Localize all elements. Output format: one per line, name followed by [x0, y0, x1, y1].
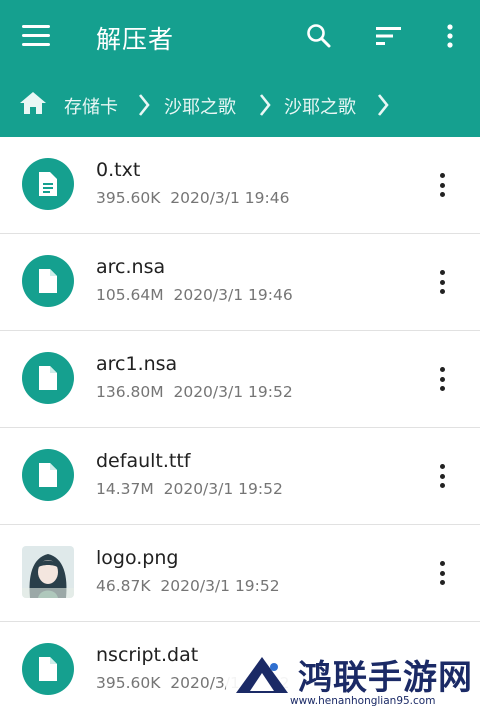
file-meta: 46.87K 2020/3/1 19:52	[96, 577, 280, 595]
item-more-button[interactable]	[434, 365, 450, 393]
breadcrumb-item-storage[interactable]: 存储卡	[64, 93, 118, 119]
menu-icon	[22, 25, 50, 46]
watermark-text: 鸿联手游网	[298, 658, 473, 698]
more-vert-icon	[447, 24, 453, 48]
list-item[interactable]: default.ttf 14.37M 2020/3/1 19:52	[0, 428, 480, 525]
file-date: 2020/3/1 19:52	[163, 480, 283, 498]
file-date: 2020/3/1 19:46	[173, 286, 293, 304]
search-button[interactable]	[301, 18, 337, 54]
item-more-button[interactable]	[434, 462, 450, 490]
file-size: 395.60K	[96, 674, 161, 692]
sort-button[interactable]	[371, 18, 407, 54]
sort-icon	[376, 27, 401, 45]
item-more-button[interactable]	[434, 268, 450, 296]
file-meta: 105.64M 2020/3/1 19:46	[96, 286, 293, 304]
file-name: 0.txt	[96, 159, 141, 181]
watermark: 鸿联手游网 www.henanhonglian95.com	[226, 648, 480, 713]
file-icon	[22, 352, 74, 404]
file-icon	[22, 255, 74, 307]
app-title: 解压者	[96, 25, 175, 54]
home-icon	[20, 92, 46, 114]
item-more-button[interactable]	[434, 559, 450, 587]
file-list: 0.txt 395.60K 2020/3/1 19:46 arc.nsa 105…	[0, 137, 480, 718]
file-name: nscript.dat	[96, 644, 199, 666]
menu-button[interactable]	[22, 24, 52, 48]
item-more-button[interactable]	[434, 171, 450, 199]
breadcrumb-home[interactable]	[18, 90, 48, 120]
breadcrumb-item-folder[interactable]: 沙耶之歌	[164, 93, 236, 119]
file-icon	[22, 449, 74, 501]
overflow-menu-button[interactable]	[432, 18, 468, 54]
search-icon	[307, 24, 331, 48]
file-size: 395.60K	[96, 189, 161, 207]
file-meta: 136.80M 2020/3/1 19:52	[96, 383, 293, 401]
breadcrumb: 存储卡 沙耶之歌 沙耶之歌	[0, 82, 480, 128]
breadcrumb-item-current[interactable]: 沙耶之歌	[284, 93, 356, 119]
file-meta: 14.37M 2020/3/1 19:52	[96, 480, 283, 498]
file-size: 105.64M	[96, 286, 164, 304]
chevron-right-icon	[377, 94, 389, 116]
file-date: 2020/3/1 19:52	[160, 577, 280, 595]
file-size: 46.87K	[96, 577, 151, 595]
file-name: logo.png	[96, 547, 179, 569]
chevron-right-icon	[259, 94, 271, 116]
watermark-logo	[236, 657, 288, 693]
file-name: arc1.nsa	[96, 353, 178, 375]
list-item[interactable]: 0.txt 395.60K 2020/3/1 19:46	[0, 137, 480, 234]
file-size: 14.37M	[96, 480, 154, 498]
file-date: 2020/3/1 19:46	[170, 189, 290, 207]
image-thumbnail	[22, 546, 74, 598]
list-item[interactable]: arc1.nsa 136.80M 2020/3/1 19:52	[0, 331, 480, 428]
text-file-icon	[22, 158, 74, 210]
file-meta: 395.60K 2020/3/1 19:46	[96, 189, 289, 207]
file-name: arc.nsa	[96, 256, 166, 278]
list-item[interactable]: arc.nsa 105.64M 2020/3/1 19:46	[0, 234, 480, 331]
file-size: 136.80M	[96, 383, 164, 401]
file-date: 2020/3/1 19:52	[173, 383, 293, 401]
file-name: default.ttf	[96, 450, 191, 472]
app-bar: 解压者 存储卡 沙耶之歌 沙耶之歌	[0, 0, 480, 137]
file-icon	[22, 643, 74, 695]
list-item[interactable]: logo.png 46.87K 2020/3/1 19:52	[0, 525, 480, 622]
watermark-url: www.henanhonglian95.com	[290, 695, 436, 707]
chevron-right-icon	[138, 94, 150, 116]
